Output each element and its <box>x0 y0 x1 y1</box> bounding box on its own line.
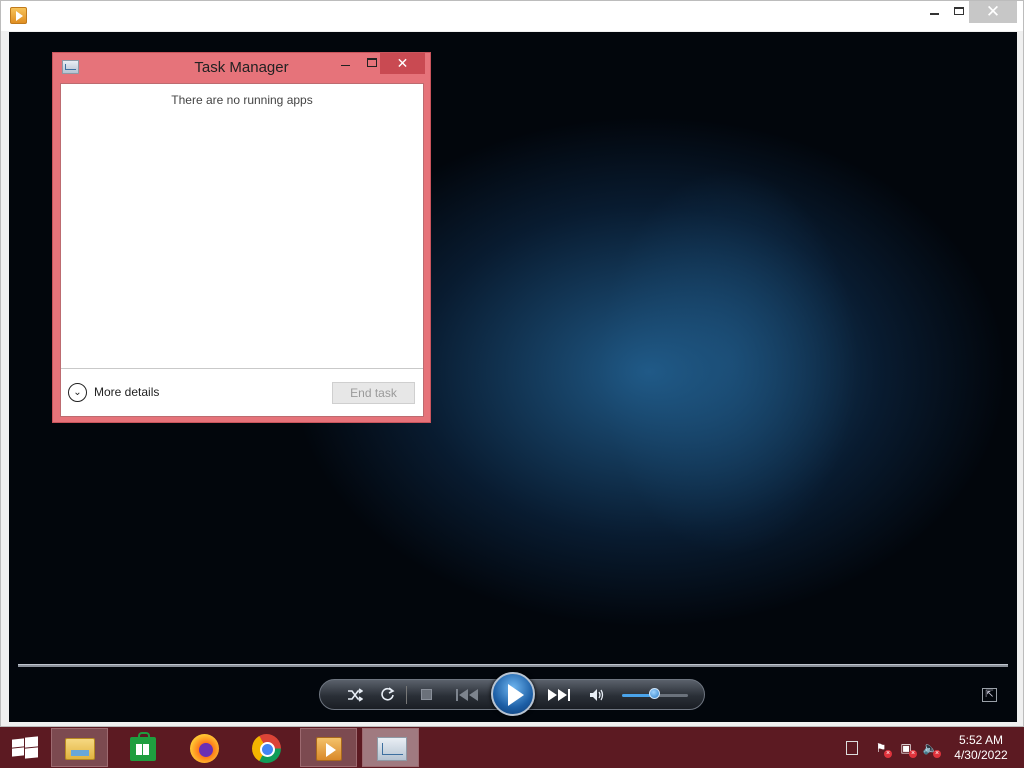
clock[interactable]: 5:52 AM 4/30/2022 <box>946 733 1016 763</box>
shuffle-button[interactable] <box>344 680 366 709</box>
task-manager-window: Task Manager ✕ There are no running apps… <box>52 52 431 423</box>
task-manager-icon <box>377 737 407 761</box>
maximize-icon <box>367 58 377 67</box>
minimize-icon <box>341 65 350 66</box>
close-icon: ✕ <box>396 55 409 71</box>
minimize-icon <box>930 13 939 15</box>
mute-button[interactable] <box>586 680 608 709</box>
maximize-icon <box>954 7 964 15</box>
chrome-icon <box>252 734 281 763</box>
stop-button[interactable] <box>416 680 436 709</box>
play-icon <box>508 684 524 706</box>
playback-controls <box>319 672 705 716</box>
repeat-icon <box>380 687 395 701</box>
volume-icon <box>590 689 604 701</box>
task-manager-minimize-button[interactable] <box>333 53 359 74</box>
folder-icon <box>65 738 95 760</box>
taskbar-store[interactable] <box>114 728 171 767</box>
media-player-titlebar[interactable]: ✕ <box>1 1 1023 31</box>
shuffle-icon <box>348 688 364 702</box>
firefox-icon <box>190 734 219 763</box>
empty-state-message: There are no running apps <box>171 93 313 107</box>
taskbar-task-manager[interactable] <box>362 728 419 767</box>
action-center-flag-icon[interactable]: ⚑ × <box>873 740 892 758</box>
taskbar-firefox[interactable] <box>176 728 233 767</box>
control-divider <box>406 686 407 704</box>
show-desktop-icon[interactable] <box>846 741 858 755</box>
media-player-icon <box>316 737 342 761</box>
repeat-button[interactable] <box>376 680 398 709</box>
close-button[interactable]: ✕ <box>969 1 1017 23</box>
taskbar: ⚑ × ▣ × 🔈 × 5:52 AM 4/30/2022 <box>0 727 1024 768</box>
clock-date: 4/30/2022 <box>954 748 1008 762</box>
more-details-label: More details <box>94 385 160 399</box>
store-icon <box>130 732 156 761</box>
previous-button[interactable] <box>448 680 488 709</box>
switch-to-library-icon: ⇱ <box>985 689 994 700</box>
task-manager-footer: ⌄ More details End task <box>61 368 423 416</box>
clock-time: 5:52 AM <box>958 733 1004 747</box>
next-icon <box>548 689 570 701</box>
network-icon[interactable]: ▣ × <box>898 740 917 758</box>
end-task-button[interactable]: End task <box>332 382 415 404</box>
taskbar-chrome[interactable] <box>238 728 295 767</box>
close-icon: ✕ <box>985 2 1001 21</box>
taskbar-media-player[interactable] <box>300 728 357 767</box>
stop-icon <box>421 689 432 700</box>
start-button[interactable] <box>0 727 50 768</box>
volume-muted-icon[interactable]: 🔈 × <box>922 740 941 758</box>
seek-bar[interactable] <box>18 664 1008 667</box>
switch-to-library-button[interactable]: ⇱ <box>982 688 997 702</box>
taskbar-file-explorer[interactable] <box>51 728 108 767</box>
play-button[interactable] <box>491 672 535 716</box>
task-manager-close-button[interactable]: ✕ <box>380 53 425 74</box>
media-player-app-icon[interactable] <box>10 7 27 24</box>
next-button[interactable] <box>540 680 576 709</box>
task-manager-app-list: There are no running apps ⌄ More details… <box>60 83 424 417</box>
chevron-down-icon: ⌄ <box>68 383 87 402</box>
volume-slider-thumb[interactable] <box>649 688 660 699</box>
previous-icon <box>456 689 478 701</box>
